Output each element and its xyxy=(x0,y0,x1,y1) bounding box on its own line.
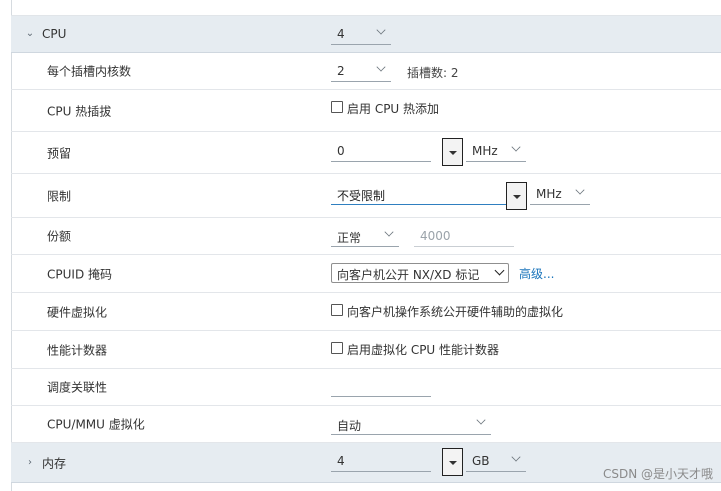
cores-per-socket-label: 每个插槽内核数 xyxy=(47,64,132,79)
memory-dropdown-button[interactable] xyxy=(442,448,463,476)
cpu-mmu-select[interactable]: 自动 xyxy=(331,413,491,435)
shares-level-select[interactable]: 正常 xyxy=(331,225,399,247)
memory-size-input[interactable]: 4 xyxy=(331,450,431,472)
memory-unit-select[interactable]: GB xyxy=(466,450,526,472)
shares-value-input: 4000 xyxy=(414,225,514,247)
cpuid-mask-select[interactable]: 向客户机公开 NX/XD 标记 xyxy=(331,263,509,283)
cpu-hot-plug-label: CPU 热插拔 xyxy=(47,104,112,118)
reservation-label: 预留 xyxy=(47,146,72,160)
cpu-count-select[interactable]: 4 xyxy=(331,23,391,45)
cpu-mmu-row: CPU/MMU 虚拟化 自动 xyxy=(11,406,721,443)
perf-counters-label: 性能计数器 xyxy=(47,343,108,357)
chevron-down-icon xyxy=(511,452,521,462)
chevron-down-icon xyxy=(384,227,394,237)
cpuid-mask-label: CPUID 掩码 xyxy=(47,267,112,281)
limit-row: 限制 不受限制 MHz xyxy=(11,174,721,218)
hw-virtualization-label: 硬件虚拟化 xyxy=(47,305,108,319)
sockets-count-text: 插槽数: 2 xyxy=(407,66,459,80)
scheduling-affinity-row: 调度关联性 xyxy=(11,369,721,406)
cpuid-mask-row: CPUID 掩码 向客户机公开 NX/XD 标记 高级... xyxy=(11,255,721,293)
chevron-down-icon xyxy=(476,415,486,425)
hw-virtualization-checkbox[interactable] xyxy=(331,304,343,316)
cpu-hot-add-checkbox[interactable] xyxy=(331,101,343,113)
chevron-down-icon xyxy=(575,185,585,195)
chevron-right-icon[interactable]: › xyxy=(25,457,35,468)
cores-per-socket-row: 每个插槽内核数 2 插槽数: 2 xyxy=(11,53,721,90)
chevron-down-icon xyxy=(376,25,386,35)
limit-dropdown-button[interactable] xyxy=(506,182,527,210)
cpu-section-label: CPU xyxy=(42,27,67,41)
reservation-input[interactable]: 0 xyxy=(331,140,431,162)
cpu-mmu-label: CPU/MMU 虚拟化 xyxy=(47,417,145,432)
reservation-dropdown-button[interactable] xyxy=(442,138,463,166)
top-divider xyxy=(11,0,721,16)
reservation-row: 预留 0 MHz xyxy=(11,132,721,174)
chevron-down-icon xyxy=(494,265,505,276)
memory-section-label: 内存 xyxy=(42,456,67,470)
perf-counters-checkbox[interactable] xyxy=(331,342,343,354)
hw-virtualization-row: 硬件虚拟化 向客户机操作系统公开硬件辅助的虚拟化 xyxy=(11,293,721,331)
scheduling-affinity-input[interactable] xyxy=(331,375,431,397)
chevron-down-icon xyxy=(511,142,521,152)
chevron-down-icon xyxy=(376,62,386,72)
cpu-hot-plug-row: CPU 热插拔 启用 CPU 热添加 xyxy=(11,90,721,132)
limit-label: 限制 xyxy=(47,189,72,203)
scheduling-affinity-label: 调度关联性 xyxy=(47,380,108,395)
watermark-text: CSDN @是小天才哦 xyxy=(602,467,713,481)
perf-counters-checkbox-label[interactable]: 启用虚拟化 CPU 性能计数器 xyxy=(347,341,499,358)
chevron-down-icon[interactable]: ⌄ xyxy=(25,29,35,39)
shares-row: 份额 正常 4000 xyxy=(11,218,721,255)
limit-unit-select[interactable]: MHz xyxy=(530,183,590,205)
hw-virtualization-checkbox-label[interactable]: 向客户机操作系统公开硬件辅助的虚拟化 xyxy=(347,303,563,320)
shares-label: 份额 xyxy=(47,229,72,244)
cores-per-socket-select[interactable]: 2 xyxy=(331,60,391,82)
perf-counters-row: 性能计数器 启用虚拟化 CPU 性能计数器 xyxy=(11,331,721,369)
reservation-unit-select[interactable]: MHz xyxy=(466,140,526,162)
cpu-hot-add-checkbox-label[interactable]: 启用 CPU 热添加 xyxy=(347,100,439,117)
cpu-section-header[interactable]: ⌄ CPU 4 xyxy=(11,16,721,53)
cpuid-advanced-link[interactable]: 高级... xyxy=(519,265,554,282)
limit-input[interactable]: 不受限制 xyxy=(331,183,507,205)
